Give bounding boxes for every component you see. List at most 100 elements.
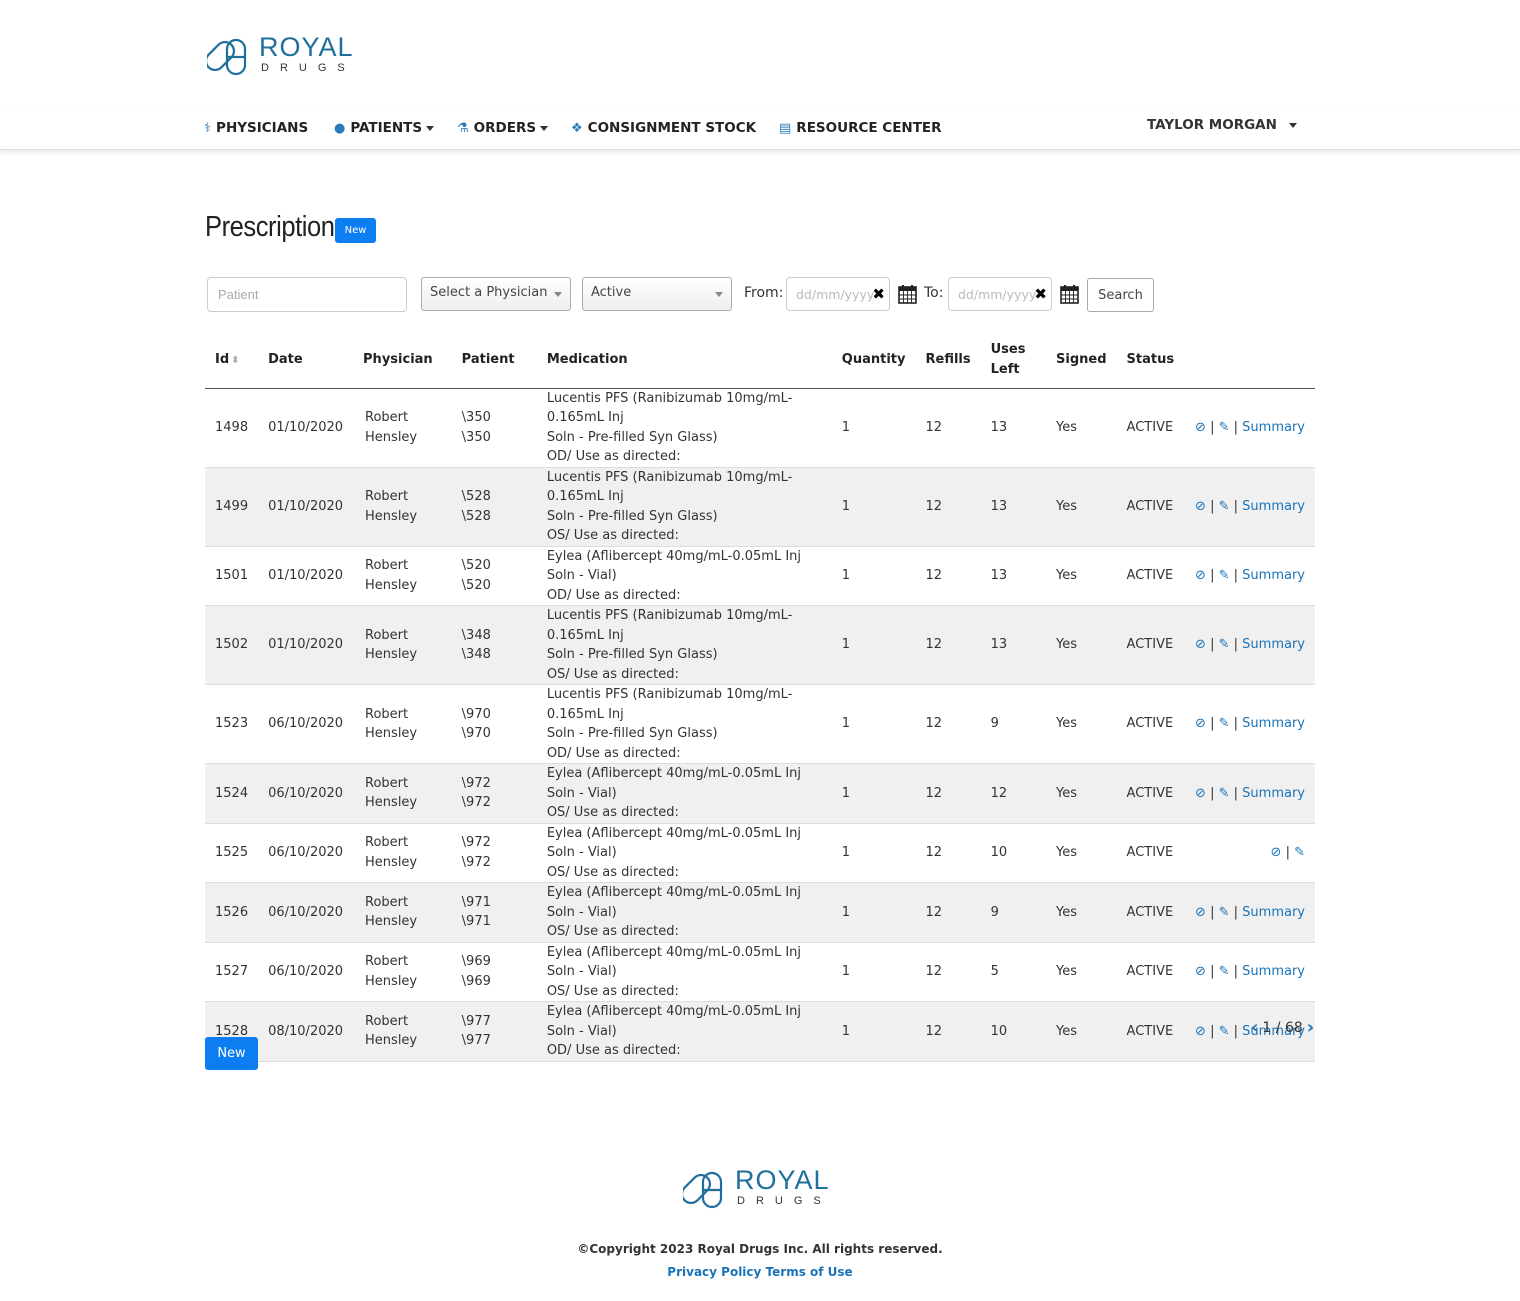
- edit-icon[interactable]: ✎: [1219, 964, 1230, 979]
- nav-resources-label: RESOURCE CENTER: [796, 120, 942, 136]
- edit-icon[interactable]: ✎: [1219, 499, 1230, 514]
- summary-link[interactable]: Summary: [1242, 964, 1305, 979]
- cell-status: ACTIVE: [1116, 546, 1185, 606]
- nav-consignment-stock[interactable]: ❖ CONSIGNMENT STOCK: [571, 120, 756, 136]
- cell-refills: 12: [915, 467, 981, 547]
- summary-link[interactable]: Summary: [1242, 905, 1305, 920]
- ban-icon[interactable]: ⊘: [1271, 845, 1282, 860]
- new-prescription-button[interactable]: New: [205, 1037, 258, 1070]
- cell-status: ACTIVE: [1116, 605, 1185, 685]
- edit-icon[interactable]: ✎: [1219, 420, 1230, 435]
- patient-line: \972: [461, 775, 491, 791]
- cell-medication: Lucentis PFS (Ranibizumab 10mg/mL-0.165m…: [536, 605, 832, 685]
- edit-icon[interactable]: ✎: [1219, 637, 1230, 652]
- ban-icon[interactable]: ⊘: [1195, 905, 1206, 920]
- cell-id: 1525: [205, 823, 259, 883]
- cell-medication: Eylea (Aflibercept 40mg/mL-0.05mL Inj So…: [536, 942, 832, 1002]
- calendar-icon[interactable]: [898, 284, 917, 304]
- physician-line: Robert: [365, 489, 409, 504]
- user-menu[interactable]: TAYLOR MORGAN: [1147, 117, 1297, 133]
- cubes-icon: ❖: [571, 120, 583, 136]
- edit-icon[interactable]: ✎: [1219, 905, 1230, 920]
- clear-icon[interactable]: ✖: [1034, 285, 1047, 303]
- nav-physicians[interactable]: ⚕ PHYSICIANS: [204, 120, 308, 136]
- footer-logo: ROYAL DRUGS: [683, 1167, 832, 1209]
- cell-physician: Robert Hensley: [353, 605, 452, 685]
- summary-link[interactable]: Summary: [1242, 568, 1305, 583]
- edit-icon[interactable]: ✎: [1219, 568, 1230, 583]
- new-prescription-badge-button[interactable]: New: [335, 218, 376, 243]
- cell-medication: Lucentis PFS (Ranibizumab 10mg/mL-0.165m…: [536, 388, 832, 468]
- cell-id: 1501: [205, 546, 259, 606]
- cell-id: 1527: [205, 942, 259, 1002]
- cell-uses-left: 9: [980, 684, 1047, 764]
- summary-link[interactable]: Summary: [1242, 637, 1305, 652]
- ban-icon[interactable]: ⊘: [1195, 637, 1206, 652]
- medication-line: OS/ Use as directed:: [546, 666, 679, 682]
- search-button[interactable]: Search: [1087, 278, 1154, 312]
- patient-line: \528: [461, 508, 491, 524]
- edit-icon[interactable]: ✎: [1219, 716, 1230, 731]
- patient-search-input[interactable]: [207, 277, 407, 312]
- physician-line: Hensley: [365, 577, 418, 593]
- cell-actions: ⊘ | ✎ | Summary: [1184, 942, 1315, 1002]
- to-date-input[interactable]: dd/mm/yyyy ✖: [948, 277, 1052, 311]
- from-date-input[interactable]: dd/mm/yyyy ✖: [786, 277, 890, 311]
- user-name: TAYLOR MORGAN: [1147, 117, 1277, 133]
- ban-icon[interactable]: ⊘: [1195, 568, 1206, 583]
- ban-icon[interactable]: ⊘: [1195, 499, 1206, 514]
- cell-signed: Yes: [1046, 605, 1117, 685]
- nav-resource-center[interactable]: ▤ RESOURCE CENTER: [779, 120, 942, 136]
- ban-icon[interactable]: ⊘: [1195, 716, 1206, 731]
- physician-line: Robert: [365, 835, 409, 851]
- nav-orders[interactable]: ⚗ ORDERS: [457, 120, 549, 136]
- cell-actions: ⊘ | ✎ | Summary: [1184, 467, 1315, 547]
- edit-icon[interactable]: ✎: [1219, 786, 1230, 801]
- status-select[interactable]: Active: [582, 277, 732, 311]
- cell-signed: Yes: [1046, 763, 1117, 824]
- privacy-policy-link[interactable]: Privacy Policy: [667, 1265, 761, 1279]
- ban-icon[interactable]: ⊘: [1195, 420, 1206, 435]
- medication-line: Lucentis PFS (Ranibizumab 10mg/mL-0.165m…: [546, 390, 793, 426]
- cell-refills: 12: [915, 684, 981, 764]
- cell-patient: \971 \971: [451, 882, 537, 943]
- medication-line: Lucentis PFS (Ranibizumab 10mg/mL-0.165m…: [546, 608, 793, 643]
- physician-select[interactable]: Select a Physician: [421, 277, 571, 311]
- footer-links: Privacy Policy Terms of Use: [0, 1265, 1520, 1279]
- copyright-text: ©Copyright 2023 Royal Drugs Inc. All rig…: [577, 1242, 943, 1256]
- chevron-right-icon[interactable]: ›: [1307, 1017, 1314, 1038]
- summary-link[interactable]: Summary: [1242, 420, 1305, 435]
- medication-line: Lucentis PFS (Ranibizumab 10mg/mL-0.165m…: [546, 469, 793, 505]
- nav-consignment-label: CONSIGNMENT STOCK: [587, 120, 757, 136]
- patient-line: \971: [461, 894, 491, 910]
- header-logo[interactable]: ROYAL DRUGS: [207, 34, 356, 76]
- ban-icon[interactable]: ⊘: [1195, 964, 1206, 979]
- cell-physician: Robert Hensley: [353, 388, 452, 468]
- cell-uses-left: 13: [980, 388, 1047, 468]
- cell-refills: 12: [915, 605, 981, 685]
- header-id[interactable]: Id ⬍: [205, 333, 259, 389]
- edit-icon[interactable]: ✎: [1294, 845, 1305, 860]
- cell-refills: 12: [915, 823, 981, 883]
- user-icon: ●: [334, 120, 346, 136]
- terms-of-use-link[interactable]: Terms of Use: [766, 1265, 853, 1279]
- calendar-icon[interactable]: [1060, 284, 1079, 304]
- cell-status: ACTIVE: [1116, 882, 1185, 943]
- physician-line: Hensley: [365, 429, 418, 445]
- sort-icon[interactable]: ⬍: [231, 355, 239, 366]
- cell-refills: 12: [915, 942, 981, 1002]
- summary-link[interactable]: Summary: [1242, 499, 1305, 514]
- summary-link[interactable]: Summary: [1242, 716, 1305, 731]
- nav-patients[interactable]: ● PATIENTS: [334, 120, 435, 136]
- medication-line: Lucentis PFS (Ranibizumab 10mg/mL-0.165m…: [546, 687, 793, 722]
- flask-icon: ⚗: [457, 120, 469, 136]
- clear-icon[interactable]: ✖: [872, 285, 885, 303]
- edit-icon[interactable]: ✎: [1219, 1024, 1230, 1039]
- patient-line: \972: [461, 835, 491, 851]
- patient-line: \977: [461, 1033, 491, 1049]
- ban-icon[interactable]: ⊘: [1195, 1024, 1206, 1039]
- chevron-left-icon[interactable]: ‹: [1251, 1017, 1258, 1038]
- summary-link[interactable]: Summary: [1242, 786, 1305, 801]
- cell-id: 1524: [205, 763, 259, 824]
- ban-icon[interactable]: ⊘: [1195, 786, 1206, 801]
